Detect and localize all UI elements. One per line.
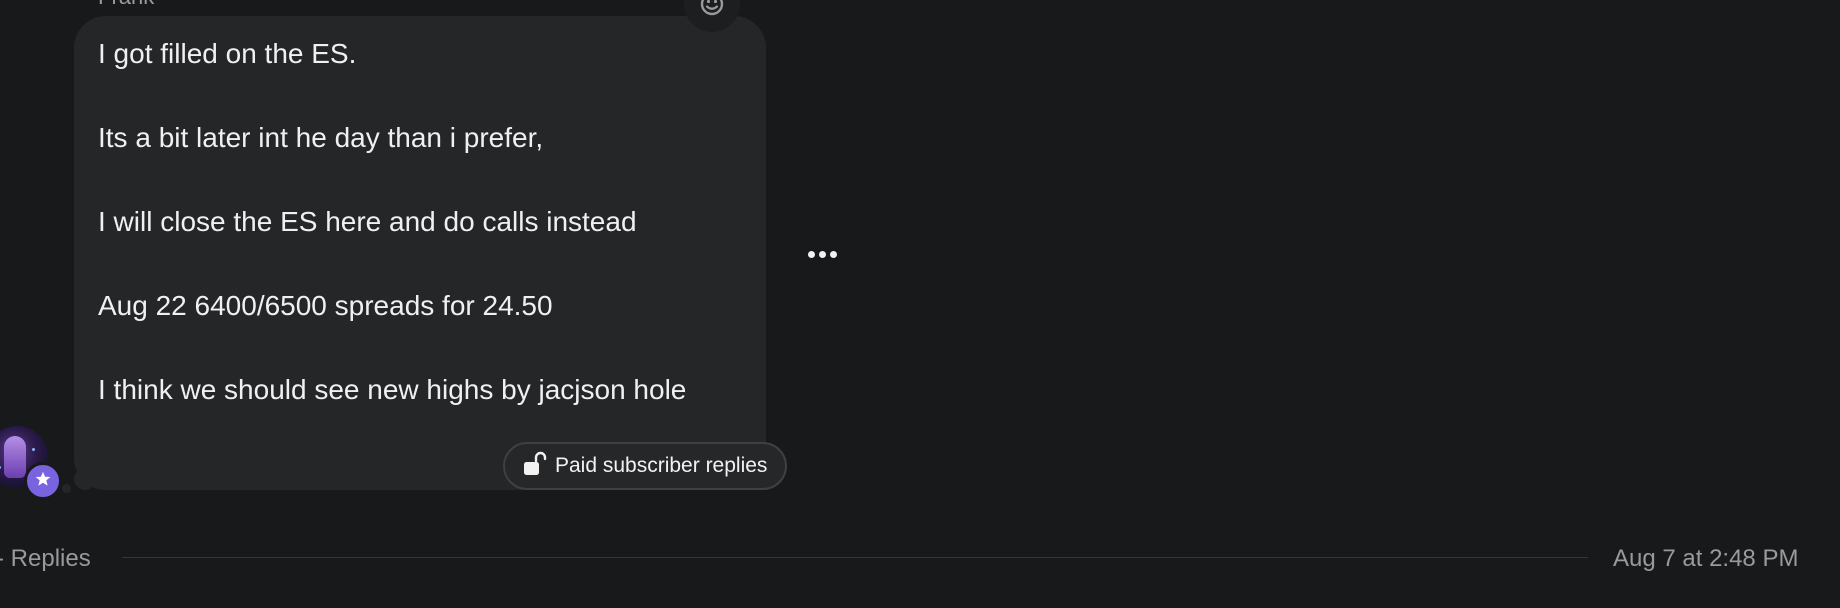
message-bubble[interactable]: I got filled on the ES. Its a bit later … [74, 16, 788, 490]
replies-toggle[interactable]: - Replies [0, 545, 91, 573]
message-line: Its a bit later int he day than i prefer… [98, 122, 544, 153]
message-line: I will close the ES here and do calls in… [98, 206, 637, 237]
more-options-button[interactable] [800, 236, 844, 272]
unlock-icon [523, 451, 547, 482]
chat-thread: Frank I got filled on the ES. Its a bit … [0, 0, 1840, 608]
message-timestamp: Aug 7 at 2:48 PM [1613, 545, 1799, 572]
sender-name: Frank [98, 0, 154, 10]
paid-subscriber-replies-label: Paid subscriber replies [555, 454, 768, 477]
message-line: Aug 22 6400/6500 spreads for 24.50 [98, 290, 553, 321]
message-line: I think we should see new highs by jacjs… [98, 374, 687, 405]
more-horizontal-icon [807, 250, 815, 258]
message-line: I got filled on the ES. [98, 38, 357, 69]
star-icon [34, 470, 52, 493]
divider [122, 557, 1588, 558]
paid-subscriber-replies-button[interactable]: Paid subscriber replies [503, 442, 788, 490]
bubble-tail [62, 484, 71, 493]
subscriber-badge [24, 462, 62, 500]
add-reaction-icon [699, 0, 725, 17]
